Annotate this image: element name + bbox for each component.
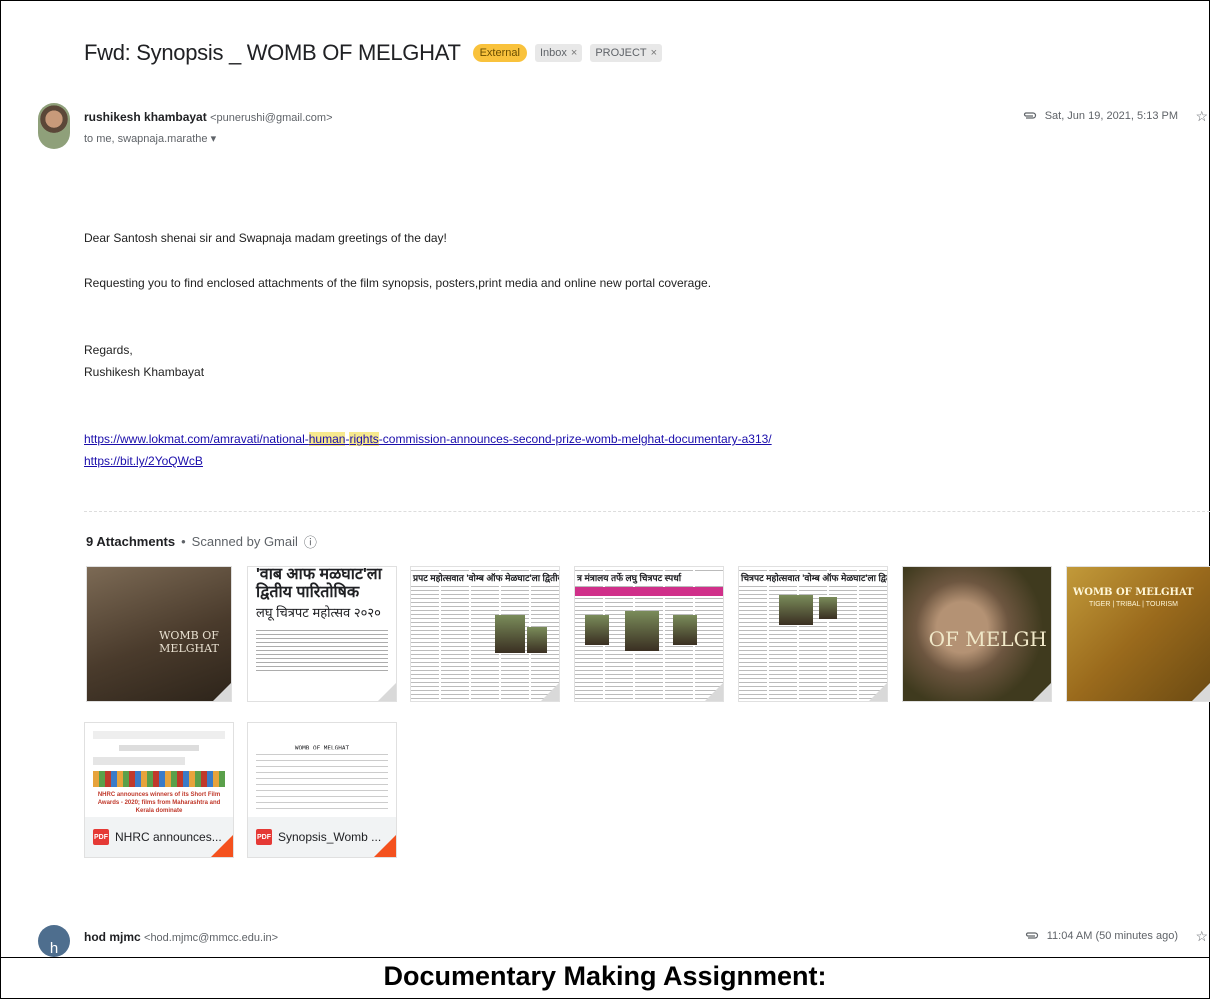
star-icon[interactable]: ☆ — [1195, 108, 1208, 125]
chevron-down-icon[interactable]: ▾ — [211, 133, 217, 145]
project-label-text: PROJECT — [595, 47, 647, 59]
document-caption: Documentary Making Assignment: — [383, 961, 827, 991]
inbox-label-text: Inbox — [539, 47, 567, 59]
info-icon[interactable]: ⓘ — [304, 532, 317, 551]
preview-banner — [93, 771, 225, 787]
project-label[interactable]: PROJECT × — [590, 44, 663, 62]
thumb-fold — [541, 683, 559, 701]
recipients-line[interactable]: to me, swapnaja.marathe ▾ — [84, 132, 216, 145]
attachment-file-nhrc[interactable]: NHRC announces winners of its Short Film… — [84, 722, 234, 858]
lokmat-link[interactable]: https://www.lokmat.com/amravati/national… — [84, 432, 772, 446]
date-text: 11:04 AM (50 minutes ago) — [1046, 930, 1178, 942]
star-icon[interactable]: ☆ — [1195, 928, 1208, 945]
link-text[interactable]: https://www.lokmat.com/amravati/national… — [84, 432, 309, 446]
external-label: External — [472, 44, 527, 62]
next-sender-line[interactable]: hod mjmc <hod.mjmc@mmcc.edu.in> — [84, 930, 278, 944]
link-text[interactable]: -commission-announces-second-prize-womb-… — [379, 432, 772, 446]
newspaper-headline: त्र मंत्रालय तर्फे लघु चित्रपट स्पर्धा — [575, 571, 723, 585]
file-corner — [374, 835, 396, 857]
attachment-thumb-poster[interactable]: WOMB OF MELGHAT TIGER | TRIBAL | TOURISM — [1066, 566, 1210, 702]
thumb-fold — [1033, 683, 1051, 701]
email-subject: Fwd: Synopsis _ WOMB OF MELGHAT — [84, 40, 461, 65]
attachment-thumb-poster[interactable]: WOMB OF MELGHAT — [86, 566, 232, 702]
sender-name: hod mjmc — [84, 930, 141, 944]
bitly-link[interactable]: https://bit.ly/2YoQWcB — [84, 454, 203, 468]
poster-subtitle: TIGER | TRIBAL | TOURISM — [1089, 601, 1178, 608]
preview-browser-bar — [93, 731, 225, 739]
attachment-file-synopsis[interactable]: WOMB OF MELGHAT PDF Synopsis_Womb ... — [247, 722, 397, 858]
file-name: NHRC announces... — [115, 830, 222, 844]
subject-row: Fwd: Synopsis _ WOMB OF MELGHAT External… — [84, 40, 663, 66]
newspaper-columns: प्रपट महोत्सवात 'वोम्ब ऑफ मेळघाट'ला द्वि… — [411, 567, 559, 701]
sender-email: <punerushi@gmail.com> — [210, 112, 333, 124]
scanned-label: Scanned by Gmail — [191, 534, 298, 549]
link-text[interactable]: https://bit.ly/2YoQWcB — [84, 454, 203, 468]
thumb-fold — [1192, 683, 1210, 701]
link-highlight[interactable]: rights — [349, 432, 379, 446]
newspaper-banner — [575, 587, 723, 596]
thumb-fold — [705, 683, 723, 701]
remove-label-icon[interactable]: × — [571, 47, 577, 59]
clipping-body — [256, 627, 388, 673]
email-thread: Fwd: Synopsis _ WOMB OF MELGHAT External… — [0, 0, 1210, 958]
preview-header — [93, 757, 186, 765]
preview-headline: NHRC announces winners of its Short Film… — [97, 792, 221, 814]
date-text: Sat, Jun 19, 2021, 5:13 PM — [1044, 110, 1178, 122]
body-request: Requesting you to find enclosed attachme… — [84, 276, 712, 290]
inbox-label[interactable]: Inbox × — [534, 44, 583, 62]
attachments-header: 9 Attachments • Scanned by Gmail ⓘ — [86, 532, 317, 551]
message-date: 11:04 AM (50 minutes ago) — [1025, 930, 1178, 942]
file-preview: NHRC announces winners of its Short Film… — [85, 723, 233, 819]
scrollbar-hint — [1202, 48, 1208, 62]
pdf-icon: PDF — [93, 829, 109, 845]
message-date: Sat, Jun 19, 2021, 5:13 PM — [1023, 110, 1178, 122]
sender-avatar[interactable] — [38, 103, 70, 149]
attachment-thumb-newspaper[interactable]: त्र मंत्रालय तर्फे लघु चित्रपट स्पर्धा — [574, 566, 724, 702]
newspaper-headline: चित्रपट महोत्सवात 'वोम्ब ऑफ मेळघाट'ला द्… — [739, 571, 887, 585]
preview-lines — [256, 749, 388, 809]
attachments-count: 9 Attachments — [86, 534, 176, 549]
sender-name[interactable]: rushikesh khambayat — [84, 110, 207, 124]
thumb-fold — [213, 683, 231, 701]
preview-search-bar — [119, 745, 199, 751]
attachment-thumb-clipping[interactable]: 'वाब आफ मळघाट'ला द्वितीय पारितोषिक लघू च… — [247, 566, 397, 702]
newspaper-headline: प्रपट महोत्सवात 'वोम्ब ऑफ मेळघाट'ला द्वि… — [411, 571, 559, 585]
attachment-thumb-newspaper[interactable]: चित्रपट महोत्सवात 'वोम्ब ऑफ मेळघाट'ला द्… — [738, 566, 888, 702]
sender-email: <hod.mjmc@mmcc.edu.in> — [144, 932, 279, 944]
newspaper-columns: चित्रपट महोत्सवात 'वोम्ब ऑफ मेळघाट'ला द्… — [739, 567, 887, 701]
clipping-headline: द्वितीय पारितोषिक — [256, 584, 360, 601]
clipping-subhead: लघू चित्रपट महोत्सव २०२० — [256, 605, 381, 620]
attachment-icon — [1025, 932, 1038, 939]
newspaper-photo — [673, 615, 697, 645]
attachment-thumb-newspaper[interactable]: प्रपट महोत्सवात 'वोम्ब ऑफ मेळघाट'ला द्वि… — [410, 566, 560, 702]
newspaper-photo — [819, 597, 837, 619]
newspaper-photo — [625, 611, 659, 651]
remove-label-icon[interactable]: × — [651, 47, 657, 59]
sender-avatar[interactable]: h — [38, 925, 70, 957]
thumb-fold — [378, 683, 396, 701]
body-regards: Regards, — [84, 343, 133, 357]
thumb-fold — [869, 683, 887, 701]
newspaper-photo — [495, 615, 525, 653]
attachments-divider — [84, 511, 1210, 512]
file-preview: WOMB OF MELGHAT — [248, 723, 396, 819]
newspaper-photo — [527, 627, 547, 653]
poster-title: WOMB OF MELGHAT — [1073, 587, 1194, 598]
bullet-separator: • — [181, 534, 186, 549]
link-highlight[interactable]: human — [308, 432, 346, 446]
poster-title: WOMB OF MELGHAT — [159, 629, 219, 655]
body-signature: Rushikesh Khambayat — [84, 365, 205, 379]
attachment-thumb-poster[interactable]: OF MELGH — [902, 566, 1052, 702]
newspaper-columns: त्र मंत्रालय तर्फे लघु चित्रपट स्पर्धा — [575, 567, 723, 701]
pdf-icon: PDF — [256, 829, 272, 845]
file-corner — [211, 835, 233, 857]
file-name: Synopsis_Womb ... — [278, 830, 382, 844]
poster-title: OF MELGH — [928, 627, 1047, 651]
newspaper-photo — [779, 595, 813, 625]
recipients-text: to me, swapnaja.marathe — [84, 133, 208, 145]
body-greeting: Dear Santosh shenai sir and Swapnaja mad… — [84, 231, 447, 245]
attachment-icon — [1023, 112, 1036, 119]
newspaper-photo — [585, 615, 609, 645]
sender-line: rushikesh khambayat <punerushi@gmail.com… — [84, 110, 333, 124]
